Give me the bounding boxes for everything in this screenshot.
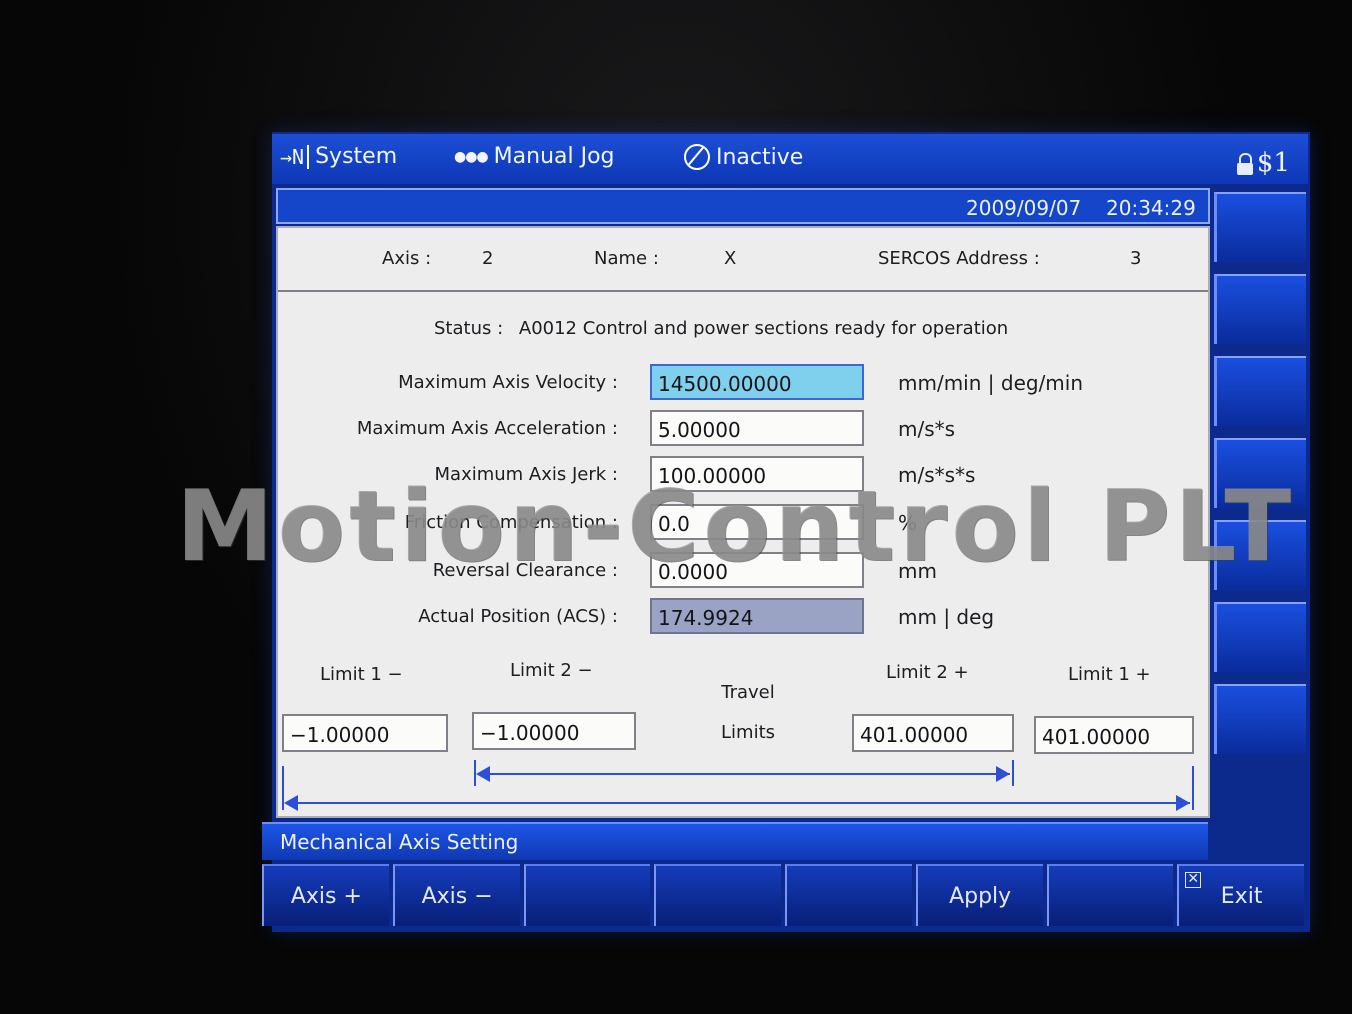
lock-icon — [1236, 153, 1253, 175]
reversal-unit: mm — [898, 559, 937, 583]
name-label: Name : — [594, 248, 659, 269]
arrow-right-icon — [996, 766, 1010, 782]
param-row-reversal: Reversal Clearance : — [278, 552, 618, 590]
param-row-jerk: Maximum Axis Jerk : — [278, 456, 618, 494]
max-jerk-field[interactable]: 100.00000 — [650, 456, 864, 492]
sercos-address: 3 — [1130, 248, 1142, 269]
screen-title: Mechanical Axis Setting — [280, 830, 519, 854]
softkey-empty-7[interactable] — [1046, 864, 1174, 926]
jerk-unit: m/s*s*s — [898, 463, 976, 487]
mode-label: Manual Jog — [493, 144, 615, 169]
max-acceleration-field[interactable]: 5.00000 — [650, 410, 864, 446]
status-label: Status : — [434, 318, 504, 339]
right-softkey-1[interactable] — [1214, 192, 1306, 262]
position-unit: mm | deg — [898, 605, 995, 629]
right-softkey-4[interactable] — [1214, 438, 1306, 508]
right-softkey-3[interactable] — [1214, 356, 1306, 426]
softkey-empty-4[interactable] — [654, 864, 781, 926]
param-row-friction: Friction Compensation : — [278, 504, 618, 542]
limit1-plus-label: Limit 1 + — [1068, 664, 1151, 685]
arrow-left-icon — [476, 766, 490, 782]
arrow-right-icon — [1176, 795, 1190, 811]
system-menu[interactable]: →N System — [280, 144, 397, 169]
nc-logo-icon: →N — [280, 144, 310, 169]
limit2-minus-field[interactable]: −1.00000 — [472, 712, 636, 750]
axis-label: Axis : — [382, 248, 432, 269]
softkey-empty-5[interactable] — [785, 864, 912, 926]
param-row-acceleration: Maximum Axis Acceleration : — [278, 410, 618, 448]
param-label: Friction Compensation : — [404, 512, 618, 533]
state-indicator: Inactive — [684, 144, 803, 170]
limit1-plus-field[interactable]: 401.00000 — [1034, 716, 1194, 754]
limits-label: Limits — [721, 722, 775, 743]
param-label: Maximum Axis Acceleration : — [356, 418, 618, 439]
status-line: Status : A0012 Control and power section… — [434, 318, 1008, 339]
limit2-minus-label: Limit 2 − — [510, 660, 593, 681]
arrow-left-icon — [284, 795, 298, 811]
limit1-minus-field[interactable]: −1.00000 — [282, 714, 448, 752]
limit1-minus-label: Limit 1 − — [320, 664, 403, 685]
system-label: System — [315, 144, 398, 169]
param-label: Maximum Axis Velocity : — [398, 372, 618, 393]
friction-compensation-field[interactable]: 0.0 — [650, 504, 864, 540]
limit2-plus-field[interactable]: 401.00000 — [852, 714, 1014, 752]
close-icon: ✕ — [1185, 872, 1202, 888]
access-level: $1 — [1236, 148, 1290, 178]
sercos-label: SERCOS Address : — [878, 248, 1040, 269]
inactive-icon — [684, 144, 710, 170]
axis-minus-button[interactable]: Axis − — [392, 864, 520, 926]
param-label: Actual Position (ACS) : — [418, 606, 618, 627]
right-softkey-6[interactable] — [1214, 602, 1306, 672]
status-text: A0012 Control and power sections ready f… — [518, 318, 1009, 339]
actual-position-field: 174.9924 — [650, 598, 864, 634]
right-softkey-5[interactable] — [1214, 520, 1306, 590]
date-time-bar: 2009/09/07 20:34:29 — [276, 188, 1210, 224]
mode-indicator: ●●● Manual Jog — [454, 144, 615, 169]
access-level-label: $1 — [1256, 148, 1290, 178]
exit-label: Exit — [1220, 883, 1263, 909]
axis-number: 2 — [482, 248, 494, 269]
time-label: 20:34:29 — [1106, 196, 1196, 220]
limit2-travel-line — [478, 773, 1010, 775]
acceleration-unit: m/s*s — [898, 417, 956, 441]
date-label: 2009/09/07 — [966, 196, 1082, 220]
param-label: Maximum Axis Jerk : — [434, 464, 618, 485]
axis-settings-panel: Axis : 2 Name : X SERCOS Address : 3 Sta… — [276, 226, 1210, 818]
exit-button[interactable]: ✕ Exit — [1177, 864, 1304, 926]
travel-label: Travel — [721, 682, 775, 703]
param-row-position: Actual Position (ACS) : — [278, 598, 618, 636]
velocity-unit: mm/min | deg/min — [898, 371, 1084, 395]
right-softkey-column — [1214, 192, 1306, 766]
param-label: Reversal Clearance : — [432, 560, 618, 581]
limit2-plus-marker — [1012, 760, 1014, 786]
screen-title-bar: Mechanical Axis Setting — [262, 822, 1208, 860]
reversal-clearance-field[interactable]: 0.0000 — [650, 552, 864, 588]
state-label: Inactive — [716, 144, 804, 170]
apply-button[interactable]: Apply — [915, 864, 1043, 926]
max-velocity-field[interactable]: 14500.00000 — [650, 364, 864, 400]
right-softkey-7[interactable] — [1214, 684, 1306, 754]
axis-plus-button[interactable]: Axis + — [262, 864, 389, 926]
softkey-empty-3[interactable] — [523, 864, 651, 926]
friction-unit: % — [898, 511, 918, 535]
limit1-plus-marker — [1192, 766, 1194, 810]
jog-icon: ●●● — [454, 148, 489, 165]
limit1-travel-line — [286, 802, 1190, 804]
axis-header: Axis : 2 Name : X SERCOS Address : 3 — [278, 228, 1208, 292]
limit2-plus-label: Limit 2 + — [886, 662, 969, 683]
bottom-softkey-row: Axis + Axis − Apply ✕ Exit — [262, 864, 1308, 926]
right-softkey-2[interactable] — [1214, 274, 1306, 344]
top-status-bar: →N System ●●● Manual Jog Inactive $1 — [272, 134, 1308, 184]
axis-name: X — [724, 248, 737, 269]
param-row-velocity: Maximum Axis Velocity : — [278, 364, 618, 402]
